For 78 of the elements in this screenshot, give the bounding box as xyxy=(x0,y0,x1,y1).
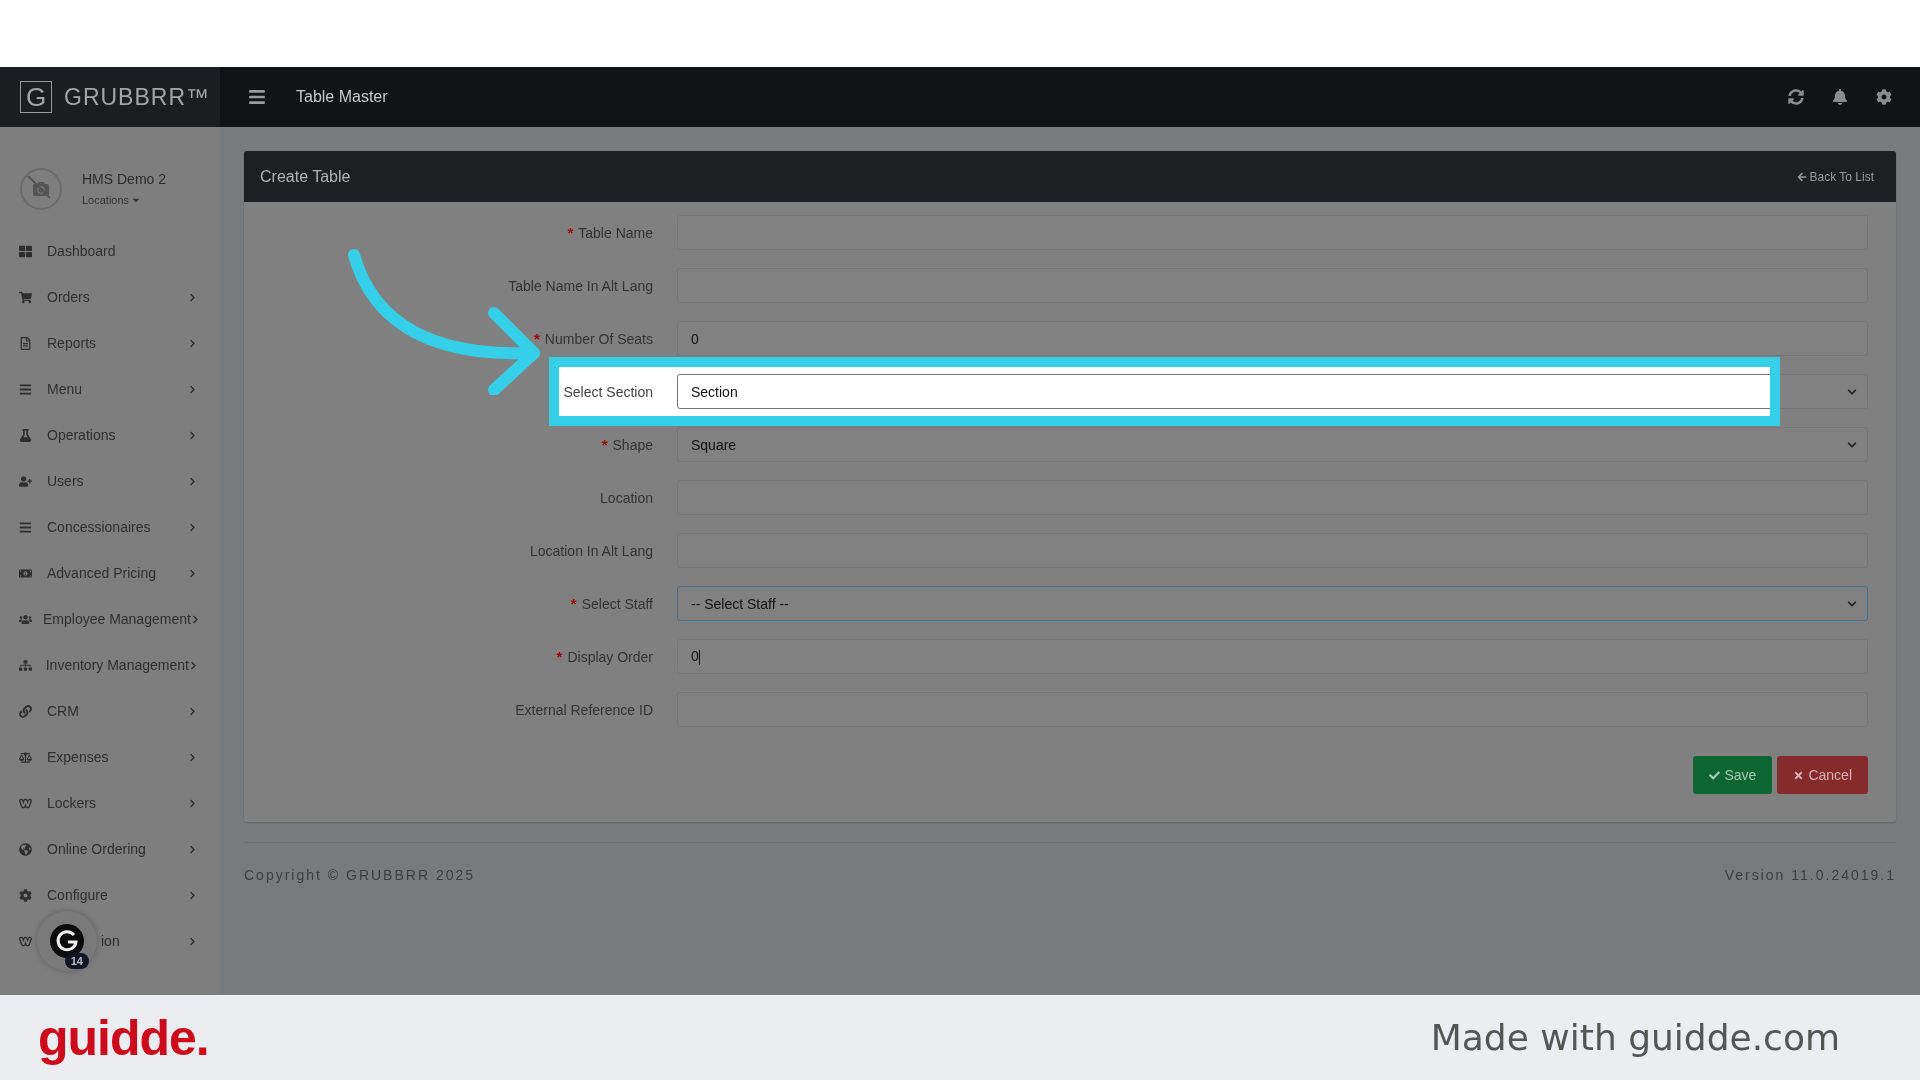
required-mark: * xyxy=(534,330,540,347)
sidebar-item[interactable]: Orders xyxy=(47,289,90,305)
settings-icon[interactable] xyxy=(1876,89,1892,105)
required-mark: * xyxy=(570,595,577,612)
card-title: Create Table xyxy=(260,167,351,186)
guidde-badge[interactable]: 14 xyxy=(37,911,97,971)
sidebar-item[interactable]: Concessionaires xyxy=(47,519,151,535)
select-field[interactable]: Square xyxy=(677,427,1868,462)
notification-count: 14 xyxy=(64,953,89,969)
w-mark-icon xyxy=(19,796,32,810)
flask-icon xyxy=(19,428,32,442)
field-label: Location In Alt Lang xyxy=(530,542,653,559)
save-button[interactable]: Save xyxy=(1693,756,1773,794)
select-field[interactable]: -- Select Staff -- xyxy=(677,586,1868,621)
locations-dropdown[interactable]: Locations xyxy=(82,194,167,206)
field-label: Shape xyxy=(612,437,653,453)
field-label: Table Name In Alt Lang xyxy=(508,277,653,294)
sidebar-item[interactable]: CRM xyxy=(47,703,79,719)
cart-icon xyxy=(19,290,32,304)
sidebar-item[interactable]: Operations xyxy=(47,427,116,443)
field-label: Table Name xyxy=(578,225,653,241)
field-label: Display Order xyxy=(567,649,653,665)
sidebar-item[interactable]: Menu xyxy=(47,381,83,397)
cancel-button[interactable]: Cancel xyxy=(1777,756,1868,794)
w-mark-icon xyxy=(19,934,32,948)
no-camera-icon xyxy=(20,167,62,210)
sidebar-item[interactable]: Reports xyxy=(47,335,97,351)
logo-text: GRUBBRR™ xyxy=(64,83,210,111)
globe-icon xyxy=(19,842,32,856)
sidebar-item[interactable]: Employee Management xyxy=(43,611,191,627)
users-icon xyxy=(19,612,32,626)
scale-icon xyxy=(19,750,32,764)
select-field[interactable]: Section xyxy=(677,374,1868,409)
sidebar-item[interactable]: Advanced Pricing xyxy=(47,565,156,581)
brand-logo: guidde. xyxy=(38,1008,209,1067)
copyright-text: Copyright © GRUBBRR 2025 xyxy=(244,867,476,883)
field-label: Select Section xyxy=(563,383,653,400)
required-mark: * xyxy=(567,224,574,241)
sidebar-item[interactable]: ion xyxy=(101,933,120,949)
document-icon xyxy=(19,336,32,350)
version-text: Version 11.0.24019.1 xyxy=(1724,867,1896,883)
page-title: Table Master xyxy=(296,88,389,106)
gear-icon xyxy=(19,888,32,902)
field-label: Select Staff xyxy=(581,596,653,612)
chevron-down-icon xyxy=(1847,386,1857,397)
sidebar-item[interactable]: Inventory Management xyxy=(45,657,189,673)
logo-mark: G xyxy=(20,81,52,113)
grid-icon xyxy=(19,244,32,258)
input-field[interactable]: 0 xyxy=(677,639,1868,674)
sidebar-item[interactable]: Lockers xyxy=(47,795,97,811)
refresh-icon[interactable] xyxy=(1788,89,1804,105)
menu-icon[interactable] xyxy=(248,88,266,106)
sidebar-item[interactable]: Configure xyxy=(47,887,108,903)
required-mark: * xyxy=(556,648,563,665)
sitemap-icon xyxy=(19,658,32,672)
list-icon xyxy=(19,520,32,534)
link-icon xyxy=(19,704,32,718)
logo-icon xyxy=(50,924,84,958)
input-field[interactable]: 0 xyxy=(677,321,1868,356)
field-label: Number Of Seats xyxy=(544,331,653,347)
user-plus-icon xyxy=(19,474,32,488)
sidebar-item[interactable]: Users xyxy=(47,473,84,489)
required-mark: * xyxy=(601,436,608,453)
sidebar-item[interactable]: Expenses xyxy=(47,749,109,765)
bell-icon[interactable] xyxy=(1832,89,1848,105)
sidebar-item[interactable]: Online Ordering xyxy=(47,841,146,857)
back-link[interactable]: Back To List xyxy=(1796,169,1874,184)
field-label: External Reference ID xyxy=(515,701,653,718)
profile-name: HMS Demo 2 xyxy=(82,171,167,187)
list-icon xyxy=(19,382,32,396)
check-icon xyxy=(1709,769,1721,781)
arrow-left-icon xyxy=(1796,171,1807,182)
field-label: Location xyxy=(600,489,653,506)
close-icon xyxy=(1793,769,1805,781)
chevron-down-icon xyxy=(1847,598,1857,609)
made-with-text: Made with guidde.com xyxy=(1430,1017,1840,1058)
chevron-down-icon xyxy=(1847,439,1857,450)
sidebar-item[interactable]: Dashboard xyxy=(47,243,116,259)
